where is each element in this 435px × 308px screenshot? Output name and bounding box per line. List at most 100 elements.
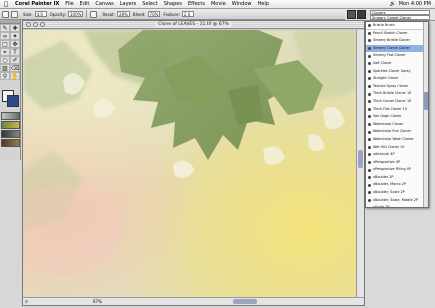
window-controls (26, 22, 45, 27)
brush-list-item[interactable]: Watercolor Cloner (366, 121, 428, 129)
minimize-window-icon[interactable] (33, 22, 38, 27)
apple-menu-icon[interactable]:  (0, 1, 12, 8)
brush-list-item[interactable]: Pencil Sketch Cloner (366, 30, 428, 38)
volume-icon[interactable]: 🔊 (389, 1, 395, 7)
brush-list-item[interactable]: xBoulder 2P (366, 174, 428, 182)
brush-list-item[interactable]: xBoulder, Scale 2P (366, 189, 428, 197)
fill-tool-icon[interactable]: ▨ (0, 64, 10, 72)
crop-tool-icon[interactable]: ⌖ (0, 48, 10, 56)
brush-list-item[interactable]: Smeary Camel Cloner (366, 44, 428, 53)
pen-tool-icon[interactable]: ✐ (10, 56, 20, 64)
menu-canvas[interactable]: Canvas (92, 0, 116, 9)
reset-tool-icon[interactable] (11, 10, 18, 18)
menu-window[interactable]: Window (229, 0, 255, 9)
brush-list-item[interactable]: Smeary Flat Cloner (366, 52, 428, 60)
brush-list-item[interactable]: Thick Flat Cloner 10 (366, 106, 428, 114)
magnifier-tool-icon[interactable]: ⚲ (0, 72, 10, 80)
menu-select[interactable]: Select (139, 0, 160, 9)
vertical-scrollbar[interactable] (356, 30, 364, 297)
hand-tool-icon[interactable]: ✋ (10, 72, 20, 80)
brush-variant-icon (368, 39, 371, 43)
zoom-level-icon[interactable]: ⚲ (25, 298, 28, 305)
opacity-label: Opacity: (49, 11, 67, 17)
resat-field[interactable]: 28% (116, 11, 130, 17)
brush-list-item-label: Smeary Camel Cloner (373, 45, 410, 50)
brush-list-scroll-thumb[interactable] (424, 92, 428, 110)
rectangle-select-icon[interactable]: □ (0, 40, 10, 48)
brush-variant-list: Bristle Brush Pencil Sketch Cloner Smeary … (365, 21, 429, 208)
nozzle-selector-icon[interactable] (1, 139, 20, 147)
gradient-selector-icon[interactable] (1, 121, 20, 129)
menu-help[interactable]: Help (255, 0, 272, 9)
brush-tool-icon[interactable]: ✎ (0, 24, 10, 32)
brush-list-item[interactable]: xBoulder, Scale, Rotate 2P (366, 197, 428, 205)
brush-list-item-label: Texture Spray Cloner (373, 83, 409, 88)
brush-list-item[interactable]: xScale 2P (366, 204, 428, 207)
brush-variant-icon (368, 168, 371, 172)
brush-tool-icon[interactable] (2, 10, 9, 18)
move-tool-icon[interactable]: ✥ (10, 40, 20, 48)
brush-list-item[interactable]: Thick Camel Cloner 10 (366, 98, 428, 106)
brush-list-item[interactable]: xPerspective Filling 4P (366, 166, 428, 174)
feature-field[interactable]: 2.0 (181, 11, 194, 17)
brush-list-item-label: Watercolor Run Cloner (373, 129, 411, 134)
menu-file[interactable]: File (62, 0, 76, 9)
app-menu[interactable]: Corel Painter IX (12, 0, 62, 9)
brush-list-item-label: Wet Oils Cloner 10 (373, 144, 405, 149)
brush-list-item[interactable]: xPerspective 4P (366, 159, 428, 167)
magic-wand-tool-icon[interactable]: ✦ (10, 32, 20, 40)
brush-list-item[interactable]: xBoulder, Marco 2P (366, 181, 428, 189)
brush-list-item[interactable]: Bristle Brush (366, 22, 428, 30)
brush-list-item[interactable]: Smeary Bristle Cloner (366, 37, 428, 45)
brush-variant-icon[interactable] (357, 10, 366, 19)
shape-tool-icon[interactable]: ○ (0, 56, 10, 64)
brush-variant-icon (368, 123, 371, 127)
clone-color-icon[interactable] (90, 10, 98, 18)
text-tool-icon[interactable]: T (10, 48, 20, 56)
brush-category-icon[interactable] (347, 10, 356, 19)
bleed-field[interactable]: 70% (147, 11, 161, 17)
menu-shapes[interactable]: Shapes (161, 0, 185, 9)
brush-list-scrollbar[interactable] (423, 22, 428, 207)
dropper-tool-icon[interactable]: ✚ (10, 24, 20, 32)
brush-list-item[interactable]: Thick Bristle Cloner 10 (366, 90, 428, 98)
brush-variant-icon (368, 54, 371, 58)
toolbox: ✎ ✚ ∞ ✦ □ ✥ ⌖ T ○ ✐ ▨ ⌫ ⚲ ✋ (0, 20, 21, 160)
brush-list-item-label: Smeary Flat Cloner (373, 53, 406, 58)
zoom-window-icon[interactable] (40, 22, 45, 27)
close-window-icon[interactable] (26, 22, 31, 27)
brush-variant-icon (368, 85, 371, 89)
horizontal-scroll-thumb[interactable] (233, 299, 257, 304)
brush-list-item[interactable]: Van Gogh Cloner (366, 113, 428, 121)
brush-list-item[interactable]: Texture Spray Cloner (366, 83, 428, 91)
horizontal-scrollbar[interactable]: ⚲ 67% (23, 297, 364, 305)
menu-movie[interactable]: Movie (208, 0, 229, 9)
document-title-bar[interactable]: Clone of LEAVES - 11.tif @ 67% (23, 21, 364, 29)
opacity-field[interactable]: 100% (68, 11, 84, 17)
brush-list-item-label: xPerspective 4P (373, 159, 400, 164)
brush-list-item[interactable]: xAirbrush 4P (366, 151, 428, 159)
size-field[interactable]: 4.0 (34, 11, 47, 17)
brush-list-item-label: Thick Bristle Cloner 10 (373, 91, 412, 96)
menu-effects[interactable]: Effects (185, 0, 208, 9)
brush-variant-dropdown[interactable]: Smeary Camel Cloner (370, 15, 430, 20)
vertical-scroll-thumb[interactable] (358, 150, 363, 168)
brush-list-item-label: xBoulder 2P (373, 174, 394, 179)
menu-layers[interactable]: Layers (117, 0, 140, 9)
lasso-tool-icon[interactable]: ∞ (0, 32, 10, 40)
painting-canvas[interactable] (23, 30, 356, 297)
bleed-label: Bleed: (132, 11, 146, 17)
eraser-tool-icon[interactable]: ⌫ (10, 64, 20, 72)
menu-edit[interactable]: Edit (77, 0, 93, 9)
paper-selector-icon[interactable] (1, 112, 20, 120)
clock[interactable]: Mon 4:00 PM (399, 1, 431, 7)
brush-list-item[interactable]: Wet Oils Cloner 10 (366, 144, 428, 152)
additional-color-swatch[interactable] (7, 95, 19, 107)
pattern-selector-icon[interactable] (1, 130, 20, 138)
brush-list-item[interactable]: Watercolor Wash Cloner (366, 136, 428, 144)
brush-list-item[interactable]: Watercolor Run Cloner (366, 128, 428, 136)
brush-list-item[interactable]: Sparkles Cloner Spray (366, 68, 428, 76)
zoom-level[interactable]: 67% (93, 298, 102, 305)
brush-list-item[interactable]: Straight Cloner (366, 75, 428, 83)
brush-list-item[interactable]: Soft Cloner (366, 60, 428, 68)
